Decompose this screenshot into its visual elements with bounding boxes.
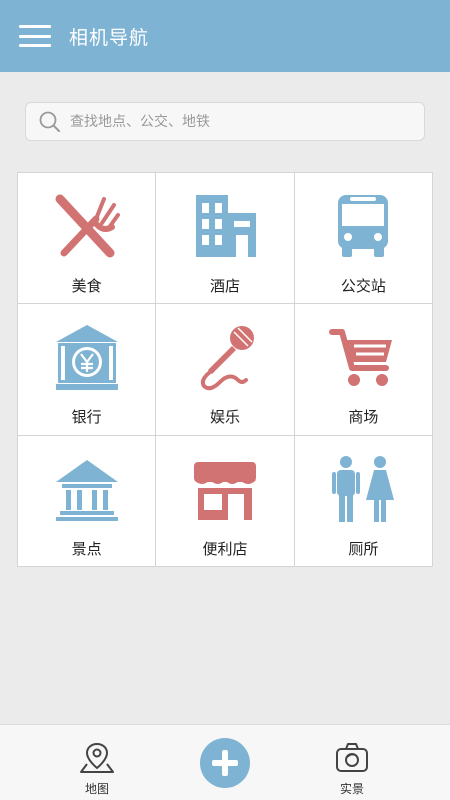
category-entertainment[interactable]: 娱乐 [156, 304, 294, 435]
category-scenic-spot[interactable]: 景点 [18, 435, 156, 566]
hotel-icon [195, 195, 256, 257]
category-restroom[interactable]: 厕所 [294, 435, 432, 566]
search-icon [39, 111, 60, 132]
category-label: 厕所 [348, 539, 379, 558]
hamburger-icon [19, 25, 51, 28]
store-icon [193, 461, 256, 520]
category-label: 美食 [71, 277, 102, 295]
shopping-cart-icon [329, 329, 393, 387]
category-convenience-store[interactable]: 便利店 [156, 435, 294, 566]
category-label: 公交站 [340, 277, 386, 295]
category-grid: 美食 酒店 公交站 银行 娱乐 商场 景点 便利店 厕所 [17, 172, 433, 567]
bank-icon [55, 325, 118, 391]
category-food[interactable]: 美食 [18, 173, 156, 304]
app-bar: 相机导航 [0, 0, 450, 72]
search-bar[interactable] [25, 102, 425, 141]
plus-icon [212, 750, 238, 776]
restroom-icon [332, 455, 395, 522]
category-bank[interactable]: 银行 [18, 304, 156, 435]
bus-icon [338, 195, 389, 257]
tab-live-view[interactable]: 实景 [312, 725, 392, 800]
category-mall[interactable]: 商场 [294, 304, 432, 435]
search-input[interactable] [70, 113, 410, 130]
category-label: 商场 [348, 408, 379, 427]
camera-icon [336, 743, 368, 772]
add-button[interactable] [200, 738, 250, 788]
map-pin-icon [80, 742, 114, 773]
category-label: 娱乐 [209, 408, 240, 427]
tab-label: 实景 [339, 782, 364, 796]
microphone-icon [200, 326, 254, 391]
category-label: 酒店 [209, 277, 240, 295]
category-label: 银行 [71, 408, 102, 427]
pavilion-icon [55, 459, 118, 521]
menu-button[interactable] [19, 25, 51, 47]
category-hotel[interactable]: 酒店 [156, 173, 294, 304]
tab-label: 地图 [84, 782, 109, 796]
fork-knife-icon [55, 194, 120, 258]
tab-map[interactable]: 地图 [57, 725, 137, 800]
category-label: 景点 [71, 539, 102, 558]
category-bus-stop[interactable]: 公交站 [294, 173, 432, 304]
page-title: 相机导航 [69, 26, 150, 49]
category-label: 便利店 [202, 539, 248, 558]
